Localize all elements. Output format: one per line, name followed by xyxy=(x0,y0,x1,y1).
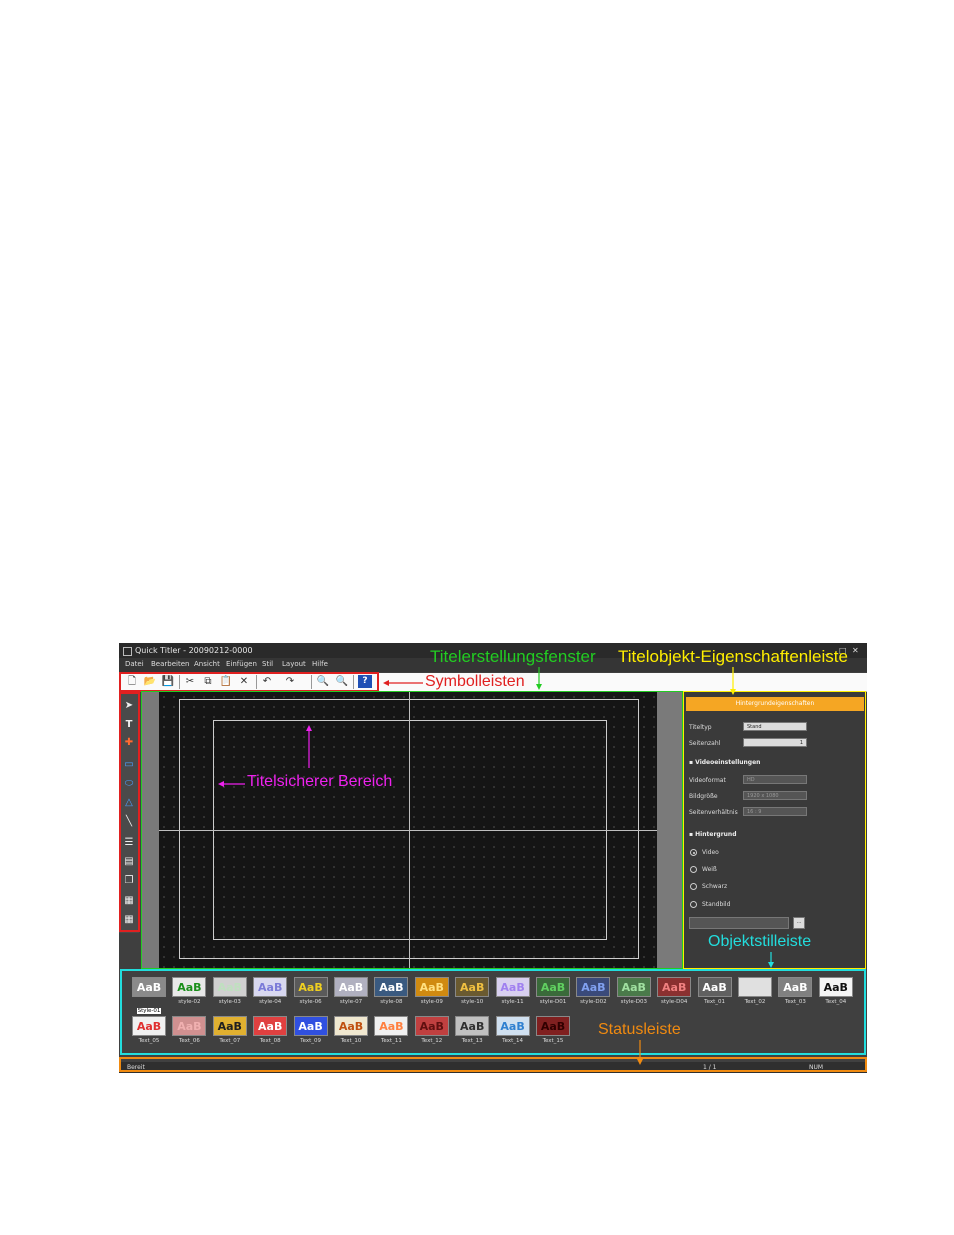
annotation-arrows xyxy=(218,667,774,1065)
